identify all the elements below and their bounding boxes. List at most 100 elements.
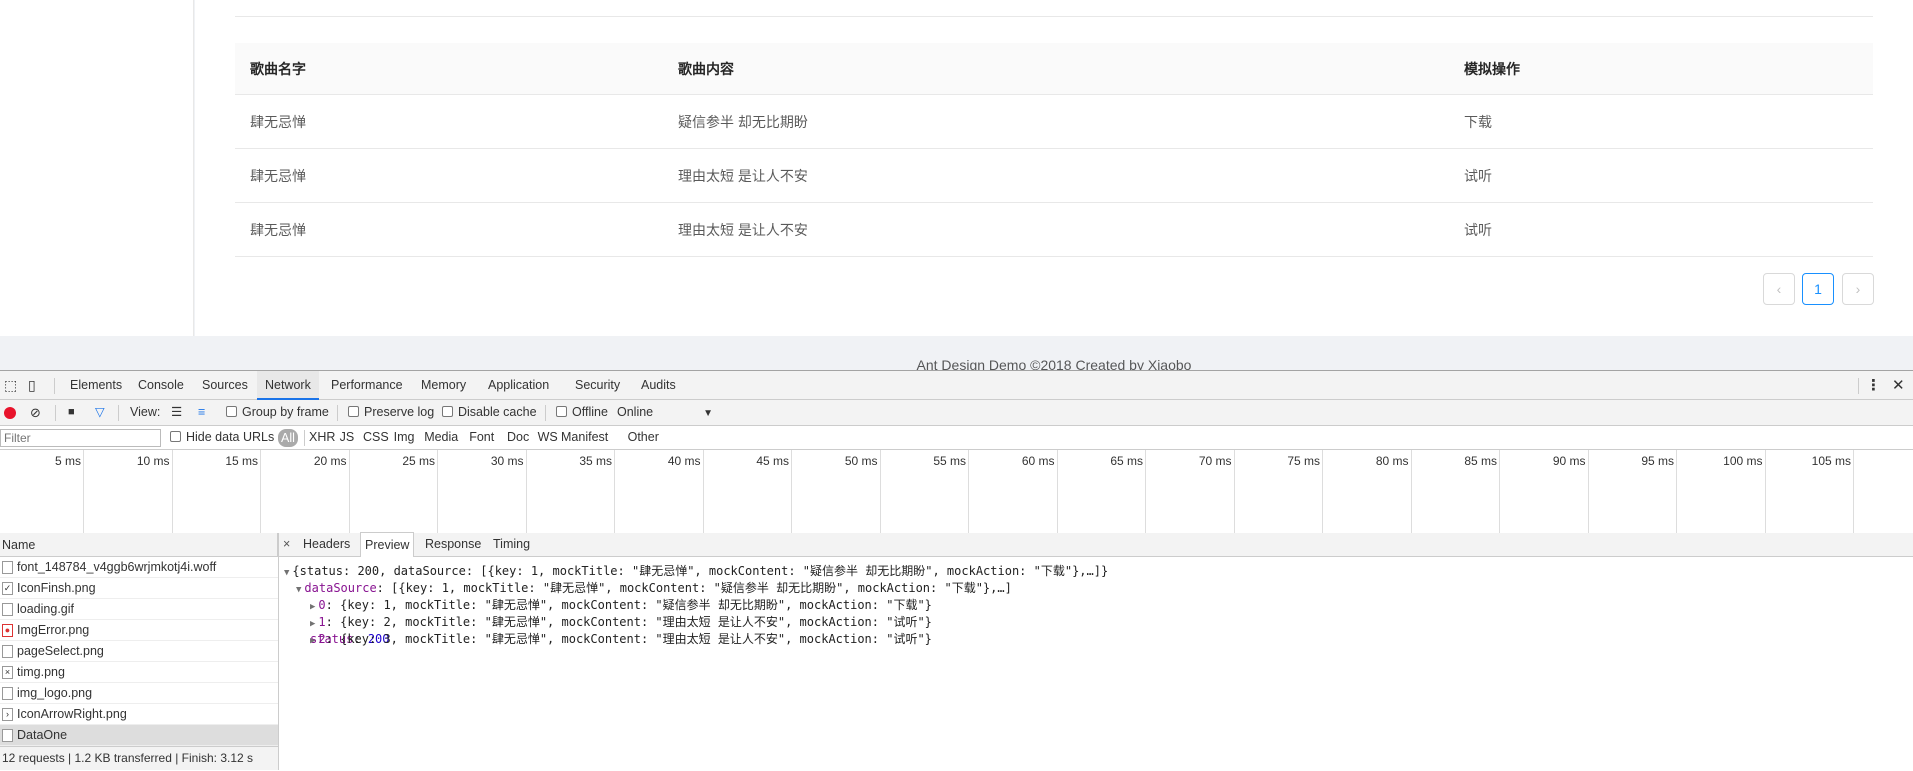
- network-request-row[interactable]: ✓ IconFinsh.png: [0, 578, 278, 599]
- filter-type-img[interactable]: Img: [394, 425, 415, 450]
- network-request-row[interactable]: × timg.png: [0, 662, 278, 683]
- timeline-tick-label: 30 ms: [490, 454, 524, 468]
- timeline-tick-label: 40 ms: [667, 454, 701, 468]
- filter-type-manifest[interactable]: Manifest: [561, 425, 608, 450]
- image-icon: [2, 645, 13, 658]
- expand-triangle-icon[interactable]: ▶: [310, 636, 315, 646]
- inspect-element-icon[interactable]: ⬚: [4, 373, 17, 398]
- filter-type-all[interactable]: All: [278, 429, 298, 447]
- network-request-row[interactable]: loading.gif: [0, 599, 278, 620]
- timeline-gridline: [1410, 450, 1412, 533]
- image-icon: ✓: [2, 582, 13, 595]
- filter-input[interactable]: [0, 429, 161, 447]
- timeline-tick-label: 95 ms: [1641, 454, 1674, 468]
- network-request-row[interactable]: DataOne: [0, 725, 278, 746]
- hide-data-urls-checkbox[interactable]: Hide data URLs: [170, 425, 274, 450]
- timeline-tick-label: 50 ms: [844, 454, 878, 468]
- filter-type-js[interactable]: JS: [340, 425, 355, 450]
- expand-triangle-icon[interactable]: ▶: [310, 619, 315, 629]
- request-name: IconFinsh.png: [17, 581, 96, 595]
- table-cell[interactable]: 下载: [1464, 112, 1492, 132]
- network-request-row[interactable]: pageSelect.png: [0, 641, 278, 662]
- detail-tab-preview[interactable]: Preview: [360, 532, 415, 557]
- filter-type-xhr[interactable]: XHR: [309, 425, 335, 450]
- clear-icon[interactable]: ⊘: [30, 400, 41, 425]
- timeline-tick-label: 35 ms: [579, 454, 612, 468]
- table-cell[interactable]: 试听: [1464, 220, 1492, 240]
- group-by-frame-checkbox[interactable]: Group by frame: [226, 400, 329, 425]
- waterfall-view-icon[interactable]: ≡: [198, 400, 205, 425]
- timeline-gridline: [1233, 450, 1235, 533]
- network-request-row[interactable]: font_148784_v4ggb6wrjmkotj4i.woff: [0, 557, 278, 578]
- filter-type-font[interactable]: Font: [469, 425, 494, 450]
- timeline-tick-label: 65 ms: [1110, 454, 1143, 468]
- timeline-gridline: [260, 450, 261, 533]
- timeline-gridline: [702, 450, 704, 533]
- table-cell: 肆无忌惮: [250, 114, 306, 130]
- filter-type-ws[interactable]: WS: [538, 425, 558, 450]
- tab-performance[interactable]: Performance: [323, 371, 411, 400]
- table-row: 肆无忌惮 疑信参半 却无比期盼 下载: [235, 95, 1873, 149]
- network-request-row[interactable]: img_logo.png: [0, 683, 278, 704]
- tab-elements[interactable]: Elements: [62, 371, 130, 400]
- column-header: 歌曲内容: [678, 61, 734, 77]
- disable-cache-checkbox[interactable]: Disable cache: [442, 400, 537, 425]
- devtools-tabbar: ⬚ ▯ ⋮ ✕ Elements Console Sources Network Per…: [0, 371, 1913, 400]
- record-icon[interactable]: [4, 407, 16, 419]
- table-cell[interactable]: 试听: [1464, 166, 1492, 186]
- detail-tab-headers[interactable]: Headers: [299, 532, 354, 557]
- tab-console[interactable]: Console: [130, 371, 192, 400]
- tab-memory[interactable]: Memory: [413, 371, 474, 400]
- close-icon[interactable]: ✕: [1892, 373, 1905, 398]
- table-cell: 肆无忌惮: [250, 222, 306, 238]
- name-column-header[interactable]: Name: [0, 533, 278, 557]
- tab-network[interactable]: Network: [257, 371, 319, 400]
- request-name: font_148784_v4ggb6wrjmkotj4i.woff: [17, 560, 217, 574]
- table-row: 肆无忌惮 理由太短 是让人不安 试听: [235, 203, 1873, 257]
- timeline-gridline: [171, 450, 173, 533]
- more-options-icon[interactable]: ⋮: [1866, 373, 1881, 398]
- request-name: timg.png: [17, 665, 65, 679]
- item-key: 1: [318, 615, 326, 629]
- detail-tab-response[interactable]: Response: [421, 532, 485, 557]
- devtools-panel: ⬚ ▯ ⋮ ✕ Elements Console Sources Network Per…: [0, 370, 1913, 770]
- filter-icon[interactable]: ▽: [95, 400, 105, 425]
- expand-triangle-icon[interactable]: ▶: [310, 602, 315, 612]
- device-toolbar-icon[interactable]: ▯: [28, 373, 36, 398]
- timeline-tick-label: 75 ms: [1287, 454, 1320, 468]
- tab-sources[interactable]: Sources: [194, 371, 256, 400]
- request-name: pageSelect.png: [17, 644, 104, 658]
- screenshot-icon[interactable]: ■: [68, 400, 75, 425]
- filter-type-media[interactable]: Media: [424, 425, 458, 450]
- table-header: 歌曲名字 歌曲内容 模拟操作: [235, 43, 1873, 95]
- table-cell: 理由太短 是让人不安: [678, 222, 808, 238]
- filter-type-css[interactable]: CSS: [363, 425, 389, 450]
- divider: [235, 16, 1873, 17]
- tab-security[interactable]: Security: [567, 371, 628, 400]
- view-label: View:: [130, 405, 161, 419]
- offline-checkbox[interactable]: Offline: [556, 400, 608, 425]
- arrow-image-icon: ›: [2, 708, 13, 721]
- next-page-button[interactable]: ›: [1842, 273, 1874, 305]
- timeline-tick-label: 90 ms: [1552, 454, 1586, 468]
- detail-tabbar: × Headers Preview Response Timing: [278, 532, 1913, 557]
- page-1-button[interactable]: 1: [1802, 273, 1834, 305]
- list-view-icon[interactable]: ☰: [171, 400, 182, 425]
- preview-item[interactable]: ▶ 2: {key: 3, mockTitle: "肆无忌惮", mockCont…: [310, 631, 932, 650]
- timeline-tick-label: 5 ms: [54, 454, 81, 468]
- tab-audits[interactable]: Audits: [633, 371, 684, 400]
- tab-application[interactable]: Application: [480, 371, 557, 400]
- preserve-log-checkbox[interactable]: Preserve log: [348, 400, 434, 425]
- network-request-row[interactable]: ● ImgError.png: [0, 620, 278, 641]
- filter-type-doc[interactable]: Doc: [507, 425, 529, 450]
- close-detail-icon[interactable]: ×: [283, 532, 290, 557]
- timeline-tick-label: 55 ms: [933, 454, 966, 468]
- table-cell: 理由太短 是让人不安: [678, 168, 808, 184]
- document-icon: [2, 729, 13, 742]
- prev-page-button[interactable]: ‹: [1763, 273, 1795, 305]
- filter-type-other[interactable]: Other: [628, 425, 659, 450]
- network-request-row[interactable]: › IconArrowRight.png: [0, 704, 278, 725]
- throttle-select[interactable]: Online ▼: [617, 400, 713, 426]
- detail-tab-timing[interactable]: Timing: [489, 532, 534, 557]
- timeline-tick-label: 70 ms: [1198, 454, 1232, 468]
